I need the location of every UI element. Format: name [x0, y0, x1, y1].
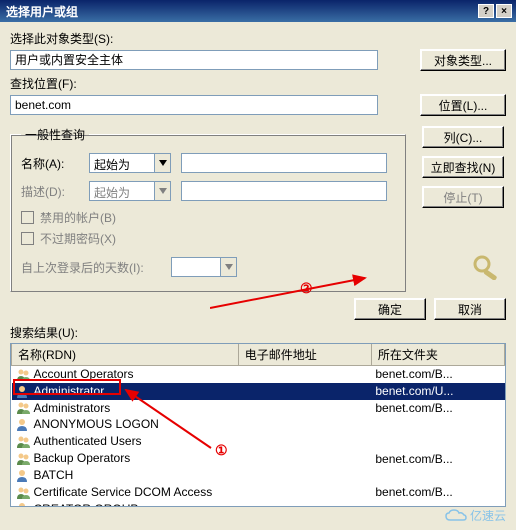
object-type-button[interactable]: 对象类型... — [420, 49, 506, 71]
name-op-combo[interactable]: 起始为 — [89, 153, 171, 173]
results-label: 搜索结果(U): — [10, 324, 516, 341]
table-row[interactable]: Certificate Service DCOM Accessbenet.com… — [12, 484, 505, 501]
last-login-label: 自上次登录后的天数(I): — [21, 259, 171, 276]
col-folder[interactable]: 所在文件夹 — [371, 344, 504, 366]
window-title: 选择用户或组 — [4, 3, 476, 20]
chevron-down-icon — [221, 257, 237, 277]
common-query-fieldset: 一般性查询 名称(A): 起始为 描述(D): 起始为 禁用的帐户(B) 不过期… — [10, 126, 406, 292]
object-type-field: 用户或内置安全主体 — [10, 50, 378, 70]
group-icon — [16, 435, 32, 449]
table-row[interactable]: BATCH — [12, 467, 505, 484]
location-label: 查找位置(F): — [10, 75, 506, 92]
titlebar: 选择用户或组 ? × — [0, 0, 516, 22]
group-icon — [16, 452, 32, 466]
user-icon — [16, 502, 32, 507]
columns-button[interactable]: 列(C)... — [422, 126, 504, 148]
group-icon — [16, 401, 32, 415]
close-button[interactable]: × — [496, 4, 512, 18]
common-query-legend: 一般性查询 — [21, 126, 89, 143]
desc-input — [181, 181, 387, 201]
table-row[interactable]: Backup Operatorsbenet.com/B... — [12, 450, 505, 467]
name-input[interactable] — [181, 153, 387, 173]
desc-label: 描述(D): — [21, 183, 89, 200]
results-table[interactable]: 名称(RDN) 电子邮件地址 所在文件夹 Account Operatorsbe… — [10, 343, 506, 507]
desc-op-combo: 起始为 — [89, 181, 171, 201]
user-icon — [16, 469, 32, 483]
table-row[interactable]: ANONYMOUS LOGON — [12, 416, 505, 433]
annotation-highlight — [13, 379, 121, 395]
table-row[interactable]: CREATOR GROUP — [12, 501, 505, 507]
stop-button: 停止(T) — [422, 186, 504, 208]
last-login-combo — [171, 257, 237, 277]
disabled-accounts-check: 禁用的帐户(B) — [21, 209, 395, 226]
location-field: benet.com — [10, 95, 378, 115]
chevron-down-icon — [155, 181, 171, 201]
help-button[interactable]: ? — [478, 4, 494, 18]
user-icon — [16, 418, 32, 432]
cancel-button[interactable]: 取消 — [434, 298, 506, 320]
name-label: 名称(A): — [21, 155, 89, 172]
object-type-label: 选择此对象类型(S): — [10, 30, 506, 47]
col-name[interactable]: 名称(RDN) — [12, 344, 239, 366]
group-icon — [16, 486, 32, 500]
search-icon — [470, 254, 504, 283]
table-row[interactable]: Administratorsbenet.com/B... — [12, 400, 505, 417]
find-now-button[interactable]: 立即查找(N) — [422, 156, 504, 178]
ok-button[interactable]: 确定 — [354, 298, 426, 320]
table-row[interactable]: Authenticated Users — [12, 433, 505, 450]
chevron-down-icon[interactable] — [155, 153, 171, 173]
watermark: 亿速云 — [444, 507, 506, 524]
noexpire-check: 不过期密码(X) — [21, 230, 395, 247]
col-email[interactable]: 电子邮件地址 — [238, 344, 371, 366]
location-button[interactable]: 位置(L)... — [420, 94, 506, 116]
